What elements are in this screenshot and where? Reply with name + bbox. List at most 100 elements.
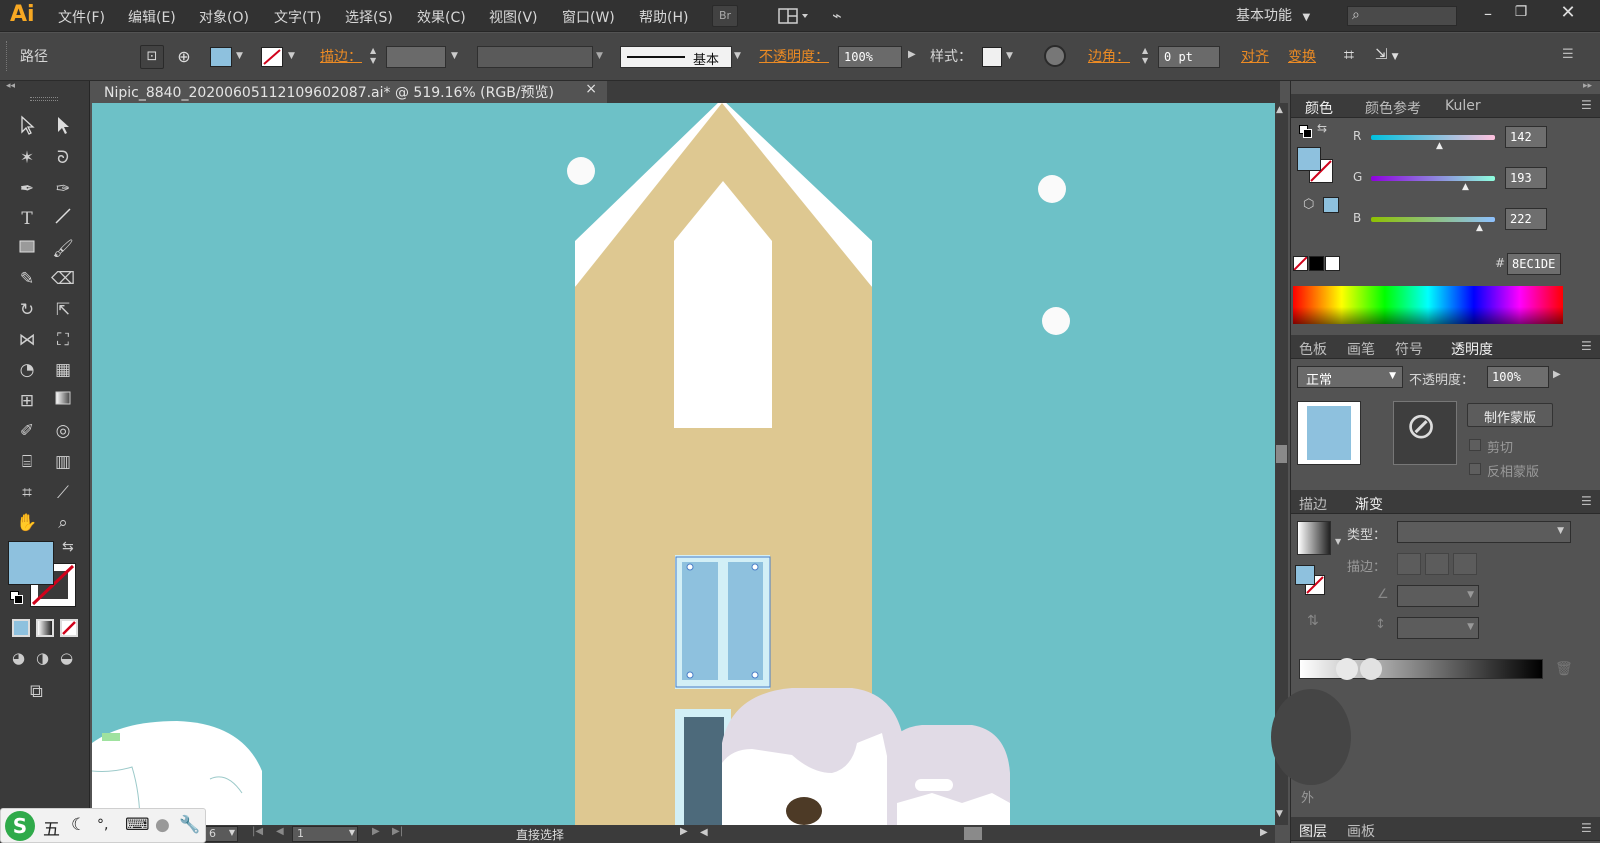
graphic-style-swatch[interactable] <box>982 47 1002 67</box>
pencil-tool-icon[interactable]: ✎ <box>14 266 40 292</box>
reverse-gradient-icon[interactable]: ⇅ <box>1307 613 1319 629</box>
transform-options-icon[interactable]: ⇲ ▼ <box>1375 45 1411 69</box>
stroke-weight-field[interactable] <box>386 46 446 68</box>
b-slider[interactable] <box>1371 217 1495 222</box>
fill-color-swatch[interactable] <box>210 47 232 67</box>
gradient-aspect-field[interactable]: ▼ <box>1397 617 1479 639</box>
column-graph-tool-icon[interactable]: ▥ <box>50 449 76 475</box>
hand-tool-icon[interactable]: ✋ <box>14 510 40 536</box>
artboard-field[interactable]: 1 ▼ <box>292 826 358 842</box>
tab-layers[interactable]: 图层 <box>1299 821 1327 841</box>
panel-fill-swatch[interactable] <box>1297 147 1321 171</box>
bounding-box-icon[interactable]: ⌗ <box>1337 45 1361 69</box>
magic-wand-tool-icon[interactable]: ✶ <box>14 145 40 171</box>
artboard-tool-icon[interactable]: ⌗ <box>14 480 40 506</box>
tab-gradient[interactable]: 渐变 <box>1355 494 1383 514</box>
draw-normal-icon[interactable]: ◕ <box>12 649 25 667</box>
opacity-label[interactable]: 不透明度： <box>759 46 829 66</box>
menu-item[interactable]: 编辑(E) <box>128 7 176 27</box>
panel-menu-icon[interactable]: ☰ <box>1581 821 1592 835</box>
screen-mode-icon[interactable]: ⧉ <box>30 681 43 702</box>
width-tool-icon[interactable]: ⋈ <box>14 327 40 353</box>
moon-icon[interactable]: ☾ <box>71 815 86 835</box>
clip-checkbox[interactable] <box>1469 439 1481 451</box>
rotate-tool-icon[interactable]: ↻ <box>14 297 40 323</box>
none-color-swatch[interactable] <box>1293 256 1308 271</box>
zoom-field[interactable]: 6 ▼ <box>204 826 238 842</box>
tab-transparency[interactable]: 透明度 <box>1451 339 1493 359</box>
transparency-opacity-field[interactable]: 100% <box>1487 366 1549 388</box>
tab-kuler[interactable]: Kuler <box>1445 98 1481 114</box>
menu-item[interactable]: 选择(S) <box>345 7 393 27</box>
symbol-sprayer-tool-icon[interactable]: ⌸ <box>14 449 40 475</box>
trash-icon[interactable]: 🗑 <box>1555 661 1573 677</box>
collapse-arrows-icon[interactable]: ◂◂ <box>6 81 15 91</box>
corner-stepper[interactable]: ▲ ▼ <box>1142 46 1154 68</box>
panel-menu-icon[interactable]: ☰ <box>1581 494 1592 508</box>
eraser-tool-icon[interactable]: ⌫ <box>50 266 76 292</box>
gradient-type-select[interactable]: ▼ <box>1397 521 1571 543</box>
shape-builder-tool-icon[interactable]: ◔ <box>14 357 40 383</box>
invert-mask-checkbox[interactable] <box>1469 463 1481 475</box>
chevron-down-icon[interactable]: ▼ <box>1006 51 1013 61</box>
paintbrush-tool-icon[interactable]: 🖌 <box>50 236 76 262</box>
stroke-color-swatch[interactable] <box>261 47 283 67</box>
chevron-right-icon[interactable]: ▶ <box>908 49 916 60</box>
swap-fill-stroke-icon[interactable]: ⇆ <box>1317 121 1327 135</box>
out-of-gamut-icon[interactable]: ⬡ <box>1303 197 1314 212</box>
zoom-tool-icon[interactable]: ⌕ <box>50 510 76 536</box>
type-tool-icon[interactable]: T <box>14 206 40 232</box>
corner-radius-field[interactable]: 0 pt <box>1158 46 1220 68</box>
search-input[interactable]: ⌕ <box>1347 6 1457 26</box>
g-slider[interactable] <box>1371 176 1495 181</box>
chevron-right-icon[interactable]: ▶ <box>1553 369 1561 380</box>
tab-color-guide[interactable]: 颜色参考 <box>1365 98 1421 118</box>
keyboard-icon[interactable]: ⌨ <box>125 815 150 835</box>
isolate-group-button[interactable]: ⊡ <box>140 45 164 69</box>
scale-tool-icon[interactable]: ⇱ <box>50 297 76 323</box>
swap-fill-stroke-icon[interactable]: ⇆ <box>62 539 74 555</box>
chevron-down-icon[interactable]: ▼ <box>1335 537 1341 546</box>
gradient-slider[interactable] <box>1299 658 1543 680</box>
b-value-field[interactable]: 222 <box>1505 208 1547 230</box>
close-tab-icon[interactable]: × <box>585 81 597 97</box>
color-mode-icon[interactable] <box>12 619 30 637</box>
pen-tool-icon[interactable]: ✒ <box>14 176 40 202</box>
eyedropper-tool-icon[interactable]: ✐ <box>14 418 40 444</box>
chevron-down-icon[interactable]: ▼ <box>734 51 741 61</box>
black-swatch[interactable] <box>1309 256 1324 271</box>
menu-item[interactable]: 窗口(W) <box>562 7 615 27</box>
last-artboard-icon[interactable]: ▶| <box>392 826 403 837</box>
transform-link[interactable]: 变换 <box>1288 46 1316 66</box>
stroke-weight-stepper[interactable]: ▲ ▼ <box>370 46 382 68</box>
default-colors-icon[interactable] <box>10 591 24 605</box>
corner-label[interactable]: 边角： <box>1088 46 1130 66</box>
web-safe-swatch[interactable] <box>1323 197 1339 213</box>
variable-width-field[interactable] <box>477 46 593 68</box>
chevron-down-icon[interactable]: ▼ <box>236 51 243 61</box>
target-icon[interactable]: ⊕ <box>172 45 196 69</box>
punctuation-icon[interactable]: °, <box>97 817 108 833</box>
mesh-tool-icon[interactable]: ⊞ <box>14 388 40 414</box>
r-slider[interactable] <box>1371 135 1495 140</box>
r-slider-thumb[interactable]: ▲ <box>1436 141 1443 151</box>
close-window-button[interactable]: ✕ <box>1556 2 1580 24</box>
fill-swatch-large[interactable] <box>8 541 54 585</box>
dock-collapse-icon[interactable]: ▸▸ <box>1583 81 1592 91</box>
bridge-button[interactable]: Br <box>712 5 738 27</box>
horizontal-scrollbar[interactable]: ◀ ▶ <box>700 825 1275 843</box>
status-menu-icon[interactable]: ▶ <box>680 826 688 837</box>
restore-button[interactable]: ❐ <box>1510 4 1532 24</box>
scroll-thumb[interactable] <box>964 827 982 840</box>
blend-mode-select[interactable]: 正常 ▼ <box>1297 366 1403 388</box>
tab-symbols[interactable]: 符号 <box>1395 339 1423 359</box>
chevron-down-icon[interactable]: ▼ <box>288 51 295 61</box>
panel-menu-icon[interactable]: ☰ <box>1581 98 1592 112</box>
gradient-angle-field[interactable]: ▼ <box>1397 585 1479 607</box>
tab-swatches[interactable]: 色板 <box>1299 339 1327 359</box>
g-value-field[interactable]: 193 <box>1505 167 1547 189</box>
wrench-icon[interactable]: 🔧 <box>179 815 200 835</box>
next-artboard-icon[interactable]: ▶ <box>372 826 380 837</box>
menu-item[interactable]: 帮助(H) <box>639 7 688 27</box>
gradient-fill-swatch[interactable] <box>1295 565 1315 585</box>
